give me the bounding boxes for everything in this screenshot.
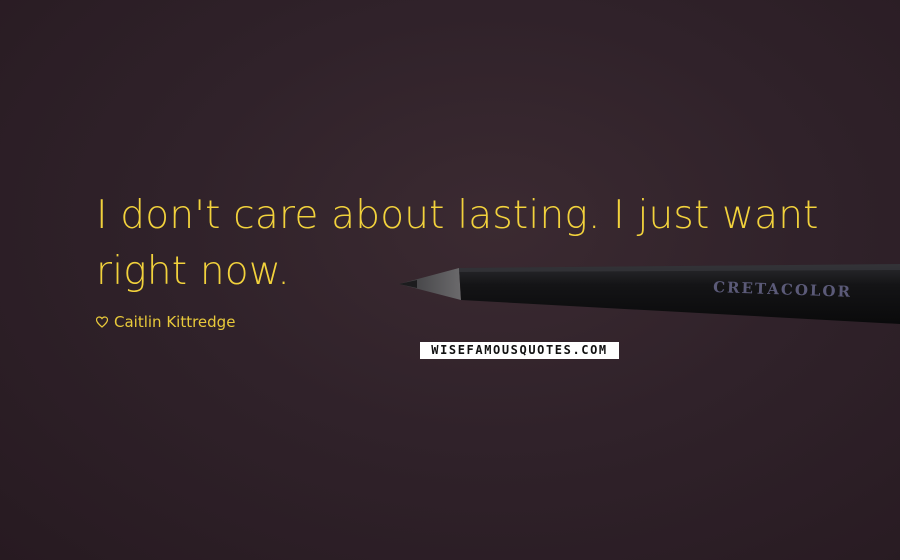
author-attribution: Caitlin Kittredge — [96, 312, 235, 332]
quote-line-2: right now. — [96, 249, 290, 294]
author-name: Caitlin Kittredge — [114, 313, 236, 331]
watermark-logo: WISEFAMOUSQUOTES.COM — [420, 342, 619, 359]
quote-text: I don't care about lasting. I just want … — [96, 188, 836, 300]
heart-icon — [96, 316, 108, 328]
quote-image: CRETACOLOR I don't care about lasting. I… — [0, 0, 900, 560]
quote-line-1: I don't care about lasting. I just want — [96, 193, 819, 238]
